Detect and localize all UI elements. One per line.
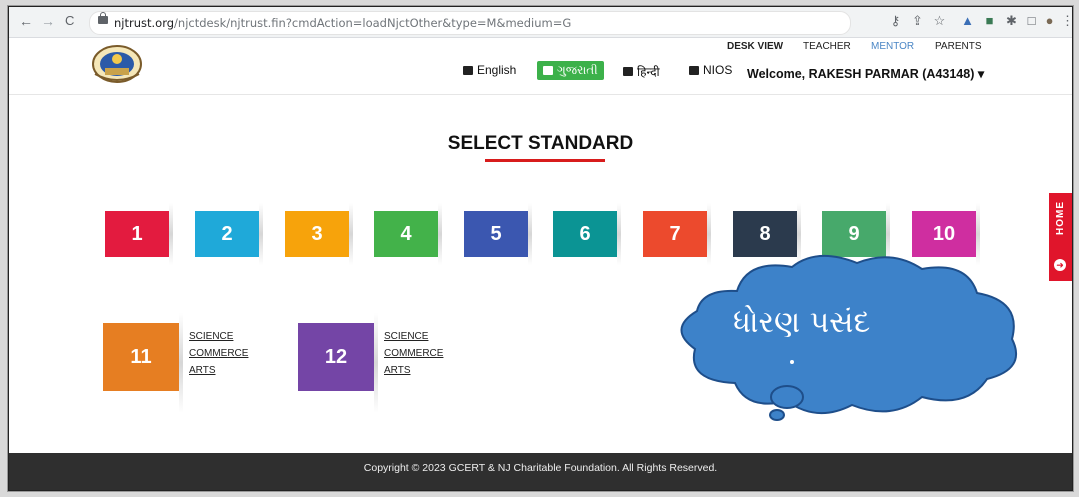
chevron-down-icon: ▾ xyxy=(977,67,985,81)
star-icon[interactable]: ☆ xyxy=(933,14,946,27)
extension-icon[interactable]: ■ xyxy=(983,14,996,27)
arrow-circle-icon: ➜ xyxy=(1054,259,1066,271)
book-icon xyxy=(623,67,633,76)
standard-1-button[interactable]: 1 xyxy=(105,203,173,265)
language-nios[interactable]: NIOS xyxy=(689,63,732,77)
standard-2-button[interactable]: 2 xyxy=(195,203,263,265)
language-hindi[interactable]: हिन्दी xyxy=(623,63,660,80)
standard-4-button[interactable]: 4 xyxy=(374,203,442,265)
browser-toolbar: ← → C njtrust.org/njctdesk/njtrust.fin?c… xyxy=(9,7,1072,38)
book-icon xyxy=(689,65,699,75)
stream-commerce-link[interactable]: COMMERCE xyxy=(189,345,248,362)
forward-button[interactable]: → xyxy=(41,13,55,29)
home-label: HOME xyxy=(1055,201,1066,235)
standard-6-button[interactable]: 6 xyxy=(553,203,621,265)
profile-avatar-icon[interactable]: ● xyxy=(1043,14,1056,27)
thought-cloud xyxy=(680,254,1017,421)
standard-5-button[interactable]: 5 xyxy=(464,203,532,265)
share-icon[interactable]: ⇪ xyxy=(911,14,924,27)
gcert-logo[interactable] xyxy=(91,44,143,84)
browser-window: ← → C njtrust.org/njctdesk/njtrust.fin?c… xyxy=(8,6,1073,491)
puzzle-icon[interactable]: ✱ xyxy=(1005,14,1018,27)
stream-arts-link[interactable]: ARTS xyxy=(384,362,443,379)
user-menu[interactable]: Welcome, RAKESH PARMAR (A43148) ▾ xyxy=(747,66,984,81)
nav-mentor[interactable]: MENTOR xyxy=(871,41,914,52)
language-english[interactable]: English xyxy=(463,63,516,77)
address-bar[interactable]: njtrust.org/njctdesk/njtrust.fin?cmdActi… xyxy=(89,11,851,35)
url-text: njtrust.org/njctdesk/njtrust.fin?cmdActi… xyxy=(114,16,572,30)
standard-11-button[interactable]: 11 xyxy=(103,313,183,413)
nav-teacher[interactable]: TEACHER xyxy=(803,41,851,52)
copyright-text: Copyright © 2023 GCERT & NJ Charitable F… xyxy=(363,462,718,474)
footer: Copyright © 2023 GCERT & NJ Charitable F… xyxy=(9,453,1072,490)
extension-icon[interactable]: ▲ xyxy=(961,14,974,27)
site-header: DESK VIEW TEACHER MENTOR PARENTS English… xyxy=(9,38,1072,95)
standard-12-streams: SCIENCE COMMERCE ARTS xyxy=(384,328,443,379)
standard-3-button[interactable]: 3 xyxy=(285,203,353,265)
reload-button[interactable]: C xyxy=(65,13,74,28)
nav-parents[interactable]: PARENTS xyxy=(935,41,982,52)
stream-science-link[interactable]: SCIENCE xyxy=(189,328,248,345)
book-icon xyxy=(543,66,553,75)
standard-11-streams: SCIENCE COMMERCE ARTS xyxy=(189,328,248,379)
menu-icon[interactable]: ⋮ xyxy=(1061,14,1072,27)
lock-icon xyxy=(98,12,108,24)
title-underline xyxy=(485,159,605,162)
callout-dot xyxy=(790,360,794,364)
key-icon[interactable]: ⚷ xyxy=(889,14,902,27)
stream-science-link[interactable]: SCIENCE xyxy=(384,328,443,345)
nav-desk-view[interactable]: DESK VIEW xyxy=(727,41,783,52)
sidepanel-icon[interactable]: □ xyxy=(1025,14,1038,27)
callout-text: ધોરણ પસંદ xyxy=(733,305,871,340)
page-title: SELECT STANDARD xyxy=(447,133,634,154)
book-icon xyxy=(463,65,473,75)
language-gujarati[interactable]: ગુજરાતી xyxy=(537,61,604,80)
stream-commerce-link[interactable]: COMMERCE xyxy=(384,345,443,362)
standard-12-button[interactable]: 12 xyxy=(298,313,378,413)
back-button[interactable]: ← xyxy=(19,13,33,29)
home-side-button[interactable]: HOME ➜ xyxy=(1049,193,1072,281)
stream-arts-link[interactable]: ARTS xyxy=(189,362,248,379)
